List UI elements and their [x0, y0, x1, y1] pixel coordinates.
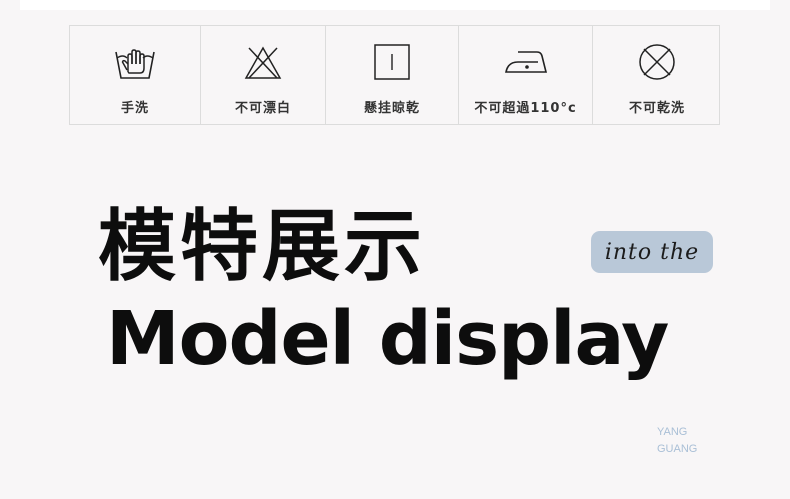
care-label-no-bleach: 不可漂白: [234, 101, 291, 116]
care-item-iron-low: 不可超過110°c: [459, 26, 593, 124]
headline-english: Model display: [106, 296, 669, 382]
no-bleach-icon: [241, 42, 285, 82]
care-instructions-table: 手洗 不可漂白 懸挂晾乾 不可超過110°c 不可乾洗: [69, 25, 720, 125]
care-label-iron-low: 不可超過110°c: [474, 101, 577, 116]
care-label-hand-wash: 手洗: [120, 101, 149, 116]
top-white-strip: [20, 0, 770, 10]
no-tumble-dry-icon: [635, 42, 679, 82]
hang-dry-icon: [370, 42, 414, 82]
care-item-no-tumble-dry: 不可乾洗: [593, 26, 721, 124]
hand-wash-icon: [113, 42, 157, 82]
brand-mark: YANG GUANG: [657, 424, 697, 458]
care-item-no-bleach: 不可漂白: [201, 26, 326, 124]
care-item-hand-wash: 手洗: [70, 26, 201, 124]
brand-line-1: YANG: [657, 426, 688, 438]
care-label-no-tumble-dry: 不可乾洗: [628, 101, 685, 116]
care-item-hang-dry: 懸挂晾乾: [326, 26, 459, 124]
care-label-hang-dry: 懸挂晾乾: [363, 101, 420, 116]
into-the-tag: into the: [591, 231, 713, 273]
brand-line-2: GUANG: [657, 443, 698, 455]
headline-chinese: 模特展示: [98, 202, 427, 292]
iron-low-icon: [504, 42, 548, 82]
